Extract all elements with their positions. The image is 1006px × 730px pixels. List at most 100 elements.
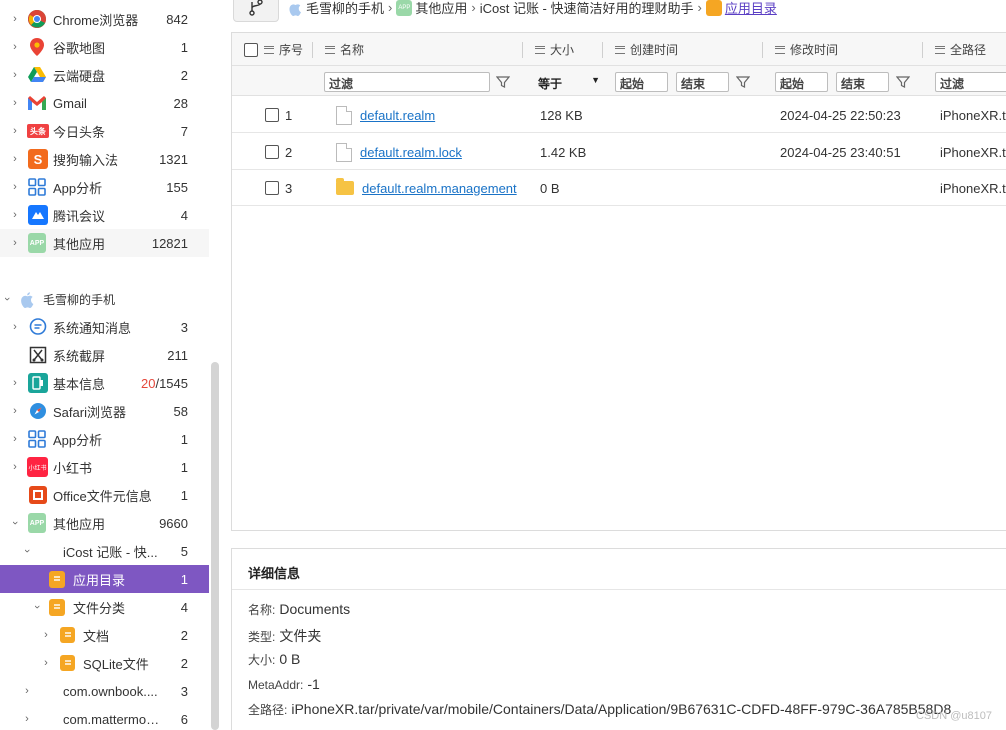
chevron-down-icon[interactable]: › bbox=[9, 517, 21, 529]
sidebar-item-chrome[interactable]: › Chrome浏览器 842 bbox=[0, 5, 209, 33]
file-name-link[interactable]: default.realm bbox=[360, 108, 435, 123]
column-menu-icon[interactable] bbox=[264, 45, 274, 54]
sidebar-item-app-analysis[interactable]: › App分析 155 bbox=[0, 173, 209, 201]
column-header-path[interactable]: 全路径 bbox=[935, 33, 986, 66]
row-checkbox[interactable] bbox=[265, 181, 279, 195]
chevron-right-icon[interactable]: › bbox=[21, 685, 33, 697]
chevron-right-icon[interactable]: › bbox=[9, 405, 21, 417]
chevron-down-icon[interactable]: › bbox=[1, 293, 13, 305]
row-checkbox[interactable] bbox=[265, 108, 279, 122]
chevron-right-icon[interactable]: › bbox=[40, 629, 52, 641]
branch-icon bbox=[249, 0, 263, 16]
sidebar-item-sqlite-files[interactable]: › SQLite文件 2 bbox=[0, 649, 209, 677]
chevron-right-icon[interactable]: › bbox=[9, 13, 21, 25]
breadcrumb-item-other-apps[interactable]: 其他应用 bbox=[415, 0, 467, 17]
column-header-name[interactable]: 名称 bbox=[325, 33, 364, 66]
column-resize-handle[interactable] bbox=[522, 42, 523, 58]
sidebar-device-node[interactable]: › 毛雪柳的手机 bbox=[0, 285, 209, 313]
other-apps-icon: APP bbox=[396, 0, 413, 16]
chevron-right-icon[interactable]: › bbox=[9, 461, 21, 473]
sidebar-item-documents[interactable]: › 文档 2 bbox=[0, 621, 209, 649]
column-menu-icon[interactable] bbox=[615, 45, 625, 54]
size-operator-select[interactable]: 等于 ▼ bbox=[536, 72, 602, 92]
sidebar-item-device-other-apps[interactable]: › APP 其他应用 9660 bbox=[0, 509, 209, 537]
column-menu-icon[interactable] bbox=[775, 45, 785, 54]
row-checkbox-cell bbox=[265, 134, 279, 170]
column-header-modified[interactable]: 修改时间 bbox=[775, 33, 838, 66]
table-row[interactable]: 1 default.realm 128 KB 2024-04-25 22:50:… bbox=[232, 97, 1006, 133]
sidebar-item-file-categories[interactable]: › 文件分类 4 bbox=[0, 593, 209, 621]
sidebar-item-xiaohongshu[interactable]: › 小红书 小红书 1 bbox=[0, 453, 209, 481]
chevron-right-icon[interactable]: › bbox=[9, 237, 21, 249]
sidebar-scrollbar[interactable] bbox=[211, 362, 219, 730]
sidebar-item-device-app-analysis[interactable]: › App分析 1 bbox=[0, 425, 209, 453]
sidebar-item-sogou[interactable]: › S 搜狗输入法 1321 bbox=[0, 145, 209, 173]
breadcrumb-item-app[interactable]: iCost 记账 - 快速简洁好用的理财助手 bbox=[480, 0, 694, 17]
branch-button[interactable] bbox=[233, 0, 279, 22]
column-menu-icon[interactable] bbox=[535, 45, 545, 54]
sidebar-item-ownbook[interactable]: › com.ownbook.... 3 bbox=[0, 677, 209, 705]
chevron-right-icon[interactable]: › bbox=[9, 69, 21, 81]
filter-icon[interactable] bbox=[736, 75, 750, 89]
chevron-right-icon[interactable]: › bbox=[9, 153, 21, 165]
google-maps-icon bbox=[28, 38, 46, 56]
table-row[interactable]: 3 default.realm.management 0 B iPhoneXR.… bbox=[232, 170, 1006, 206]
sidebar-item-google-maps[interactable]: › 谷歌地图 1 bbox=[0, 33, 209, 61]
breadcrumb-item-device[interactable]: 毛雪柳的手机 bbox=[306, 0, 384, 17]
sidebar-item-toutiao[interactable]: › 头条 今日头条 7 bbox=[0, 117, 209, 145]
breadcrumb-separator: › bbox=[388, 0, 393, 15]
sidebar-item-icost[interactable]: › iCost 记账 - 快... 5 bbox=[0, 537, 209, 565]
column-header-label: 修改时间 bbox=[790, 43, 839, 57]
table-row[interactable]: 2 default.realm.lock 1.42 KB 2024-04-25 … bbox=[232, 134, 1006, 170]
chevron-down-icon[interactable]: › bbox=[31, 601, 43, 613]
column-header-size[interactable]: 大小 bbox=[535, 33, 574, 66]
modified-start-input[interactable]: 起始 bbox=[775, 72, 828, 92]
sidebar-item-system-screenshots[interactable]: 系统截屏 211 bbox=[0, 341, 209, 369]
chevron-right-icon[interactable]: › bbox=[9, 97, 21, 109]
column-resize-handle[interactable] bbox=[922, 42, 923, 58]
sidebar-item-gmail[interactable]: › Gmail 28 bbox=[0, 89, 209, 117]
chevron-down-icon[interactable]: › bbox=[21, 545, 33, 557]
sidebar-item-basic-info[interactable]: › 基本信息 20/1545 bbox=[0, 369, 209, 397]
sidebar-item-google-drive[interactable]: › 云端硬盘 2 bbox=[0, 61, 209, 89]
column-menu-icon[interactable] bbox=[325, 45, 335, 54]
detail-field-name: 名称: Documents bbox=[248, 601, 350, 618]
chevron-right-icon[interactable]: › bbox=[9, 377, 21, 389]
chevron-right-icon[interactable]: › bbox=[9, 181, 21, 193]
file-name-link[interactable]: default.realm.lock bbox=[360, 145, 462, 160]
breadcrumb-current[interactable]: 应用目录 bbox=[725, 0, 777, 17]
column-header-index[interactable]: 序号 bbox=[244, 33, 303, 66]
sidebar-item-office-meta[interactable]: Office文件元信息 1 bbox=[0, 481, 209, 509]
sidebar-item-count: 4 bbox=[180, 599, 188, 615]
select-all-checkbox[interactable] bbox=[244, 42, 258, 57]
file-name-link[interactable]: default.realm.management bbox=[362, 181, 517, 196]
column-menu-icon[interactable] bbox=[935, 45, 945, 54]
chevron-right-icon[interactable]: › bbox=[9, 433, 21, 445]
name-filter-input[interactable]: 过滤 bbox=[324, 72, 490, 92]
path-filter-input[interactable]: 过滤 bbox=[935, 72, 1006, 92]
column-resize-handle[interactable] bbox=[762, 42, 763, 58]
sidebar-item-mattermost[interactable]: › com.mattermos... 6 bbox=[0, 705, 209, 730]
sidebar-item-label: App分析 bbox=[53, 432, 103, 448]
chevron-right-icon[interactable]: › bbox=[21, 713, 33, 725]
chevron-right-icon[interactable]: › bbox=[9, 41, 21, 53]
filter-icon[interactable] bbox=[896, 75, 910, 89]
created-start-input[interactable]: 起始 bbox=[615, 72, 668, 92]
row-checkbox[interactable] bbox=[265, 145, 279, 159]
chevron-right-icon[interactable]: › bbox=[9, 125, 21, 137]
sidebar-item-count: 5 bbox=[180, 543, 188, 559]
column-resize-handle[interactable] bbox=[602, 42, 603, 58]
filter-icon[interactable] bbox=[496, 75, 510, 89]
column-header-created[interactable]: 创建时间 bbox=[615, 33, 678, 66]
chevron-right-icon[interactable]: › bbox=[9, 321, 21, 333]
chevron-right-icon[interactable]: › bbox=[9, 209, 21, 221]
modified-end-input[interactable]: 结束 bbox=[836, 72, 889, 92]
chevron-right-icon[interactable]: › bbox=[40, 657, 52, 669]
column-resize-handle[interactable] bbox=[312, 42, 313, 58]
sidebar-item-other-apps[interactable]: › APP 其他应用 12821 bbox=[0, 229, 209, 257]
sidebar-item-system-notifications[interactable]: › 系统通知消息 3 bbox=[0, 313, 209, 341]
created-end-input[interactable]: 结束 bbox=[676, 72, 729, 92]
sidebar-item-tencent-meeting[interactable]: › 腾讯会议 4 bbox=[0, 201, 209, 229]
sidebar-item-safari[interactable]: › Safari浏览器 58 bbox=[0, 397, 209, 425]
sidebar-item-app-directory[interactable]: 应用目录 1 bbox=[0, 565, 209, 593]
